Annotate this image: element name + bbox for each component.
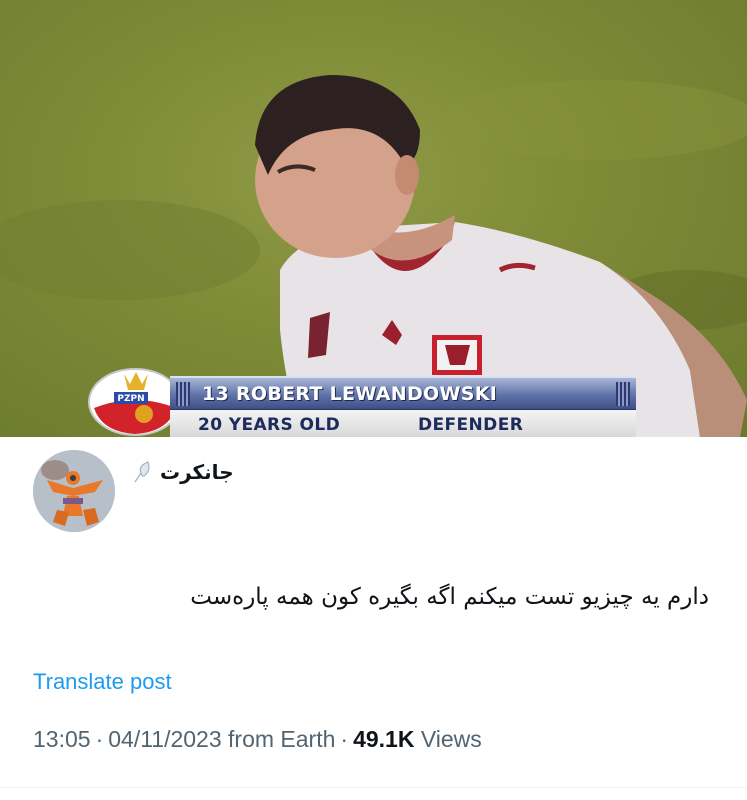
crest-text: PZPN: [117, 394, 144, 404]
feather-icon: [134, 461, 150, 483]
caption-stripe: [616, 382, 630, 406]
tweet-media-image[interactable]: PZPN 13 ROBERT LEWANDOWSKI 20 YEARS OLD …: [0, 0, 747, 437]
divider: [0, 787, 747, 788]
separator-dot: ·: [340, 726, 349, 752]
tweet-card: جانکرت دارم یه چیزیو تست میکنم اگه بگیره…: [0, 437, 747, 800]
caption-name-bar: 13 ROBERT LEWANDOWSKI: [170, 376, 636, 410]
translate-post-link[interactable]: Translate post: [33, 669, 172, 695]
views-label: Views: [420, 726, 482, 752]
broadcast-lower-third: 13 ROBERT LEWANDOWSKI 20 YEARS OLD DEFEN…: [170, 376, 636, 437]
caption-info-bar: 20 YEARS OLD DEFENDER: [170, 410, 636, 437]
tweet-location: from Earth: [228, 726, 336, 752]
caption-position: DEFENDER: [418, 415, 524, 435]
separator-dot: ·: [95, 726, 104, 752]
tweet-date[interactable]: 04/11/2023: [108, 726, 221, 752]
tweet-time[interactable]: 13:05: [33, 726, 91, 752]
tweet-text: دارم یه چیزیو تست میکنم اگه بگیره کون هم…: [190, 584, 709, 610]
tweet-metadata: 13:05 · 04/11/2023 from Earth · 49.1K Views: [33, 726, 482, 753]
caption-stripe: [176, 382, 190, 406]
avatar[interactable]: [33, 450, 115, 532]
author-block[interactable]: جانکرت: [132, 460, 234, 484]
caption-player-name: 13 ROBERT LEWANDOWSKI: [202, 383, 498, 405]
caption-age: 20 YEARS OLD: [198, 415, 341, 435]
author-name[interactable]: جانکرت: [160, 460, 234, 484]
views-count[interactable]: 49.1K: [353, 726, 414, 752]
avatar-cartoon-icon: [33, 450, 115, 532]
